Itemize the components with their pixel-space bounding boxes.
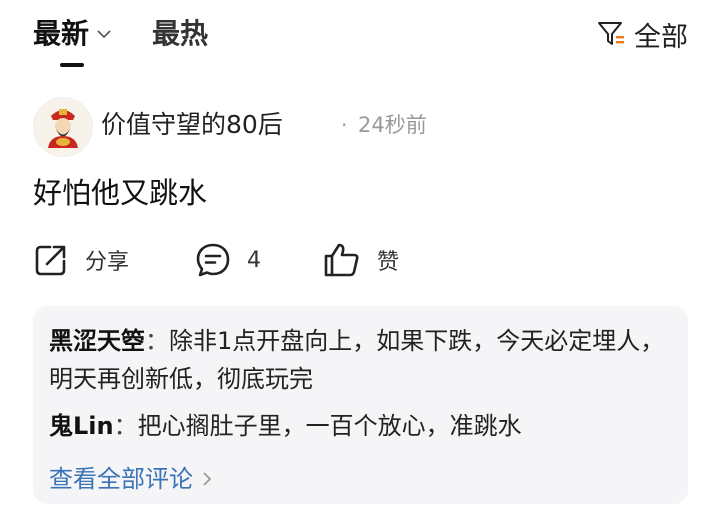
avatar[interactable] bbox=[33, 97, 93, 157]
post-time: 24秒前 bbox=[358, 113, 427, 137]
comment-count: 4 bbox=[247, 247, 261, 273]
chevron-right-icon bbox=[203, 472, 212, 486]
comment-icon bbox=[196, 243, 230, 277]
post-actions: 分享 4 赞 bbox=[33, 238, 693, 282]
comment-author[interactable]: 黑涩天箜 bbox=[49, 327, 145, 355]
like-button[interactable]: 赞 bbox=[323, 238, 399, 282]
separator-dot: · bbox=[341, 113, 348, 137]
thumbs-up-icon bbox=[324, 243, 359, 277]
filter-icon bbox=[598, 22, 624, 45]
chevron-down-icon[interactable] bbox=[96, 26, 112, 42]
filter-button[interactable]: 全部 bbox=[596, 14, 688, 54]
post-header: 价值守望的80后 · 24秒前 bbox=[33, 97, 693, 157]
share-button[interactable]: 分享 bbox=[33, 238, 129, 282]
share-icon bbox=[35, 245, 66, 276]
view-all-comments-link[interactable]: 查看全部评论 bbox=[49, 459, 213, 499]
comment-author[interactable]: 鬼Lin bbox=[49, 412, 114, 440]
tab-latest[interactable]: 最新 bbox=[33, 14, 89, 54]
active-tab-indicator bbox=[60, 63, 84, 67]
share-label: 分享 bbox=[85, 250, 130, 275]
like-label: 赞 bbox=[377, 250, 400, 275]
comment-separator: ： bbox=[145, 327, 169, 355]
comment-preview-panel: 黑涩天箜：除非1点开盘向上，如果下跌，今天必定埋人，明天再创新低，彻底玩完 鬼L… bbox=[33, 306, 688, 504]
comment-item[interactable]: 鬼Lin：把心搁肚子里，一百个放心，准跳水 bbox=[49, 407, 669, 445]
comment-item[interactable]: 黑涩天箜：除非1点开盘向上，如果下跌，今天必定埋人，明天再创新低，彻底玩完 bbox=[49, 322, 669, 398]
comment-separator: ： bbox=[113, 412, 138, 440]
comment-button[interactable]: 4 bbox=[195, 238, 261, 282]
feed-tabs: 最新 最热 全部 bbox=[0, 0, 720, 80]
comment-text: 把心搁肚子里，一百个放心，准跳水 bbox=[137, 412, 522, 440]
caishen-avatar-icon bbox=[34, 98, 92, 156]
view-all-label: 查看全部评论 bbox=[49, 465, 193, 493]
post-content[interactable]: 好怕他又跳水 bbox=[33, 172, 207, 214]
post-username[interactable]: 价值守望的80后 bbox=[101, 107, 283, 143]
filter-label: 全部 bbox=[634, 21, 688, 53]
tab-hot[interactable]: 最热 bbox=[152, 14, 208, 54]
